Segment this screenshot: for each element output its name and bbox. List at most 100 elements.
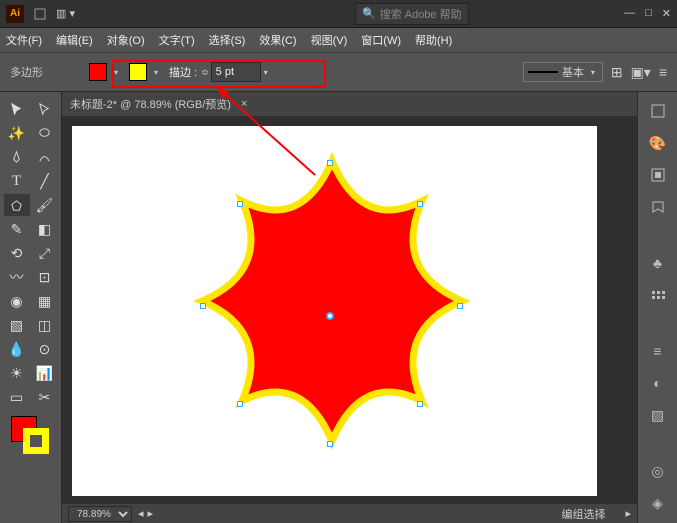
minimize-icon[interactable]: — <box>624 7 635 20</box>
magic-wand-tool[interactable]: ✨ <box>4 122 30 144</box>
scale-tool[interactable]: ⤢ <box>32 242 58 264</box>
eyedropper-tool[interactable]: 💧 <box>4 338 30 360</box>
color-panel-icon[interactable]: 🎨 <box>647 132 669 154</box>
menu-edit[interactable]: 编辑(E) <box>56 32 93 48</box>
selection-handle[interactable] <box>327 160 333 166</box>
chevron-down-icon[interactable]: ▾ <box>588 67 598 77</box>
swatches-panel-icon[interactable] <box>647 164 669 186</box>
artboard-tool[interactable]: ▭ <box>4 386 30 408</box>
shape-builder-tool[interactable]: ◉ <box>4 290 30 312</box>
stroke-label: 描边 : <box>169 64 197 80</box>
control-bar: 多边形 ▾ ▾ 描边 : ≎ ▾ 基本 ▾ ⊞ ▣▾ ≡ <box>0 52 677 92</box>
fill-stroke-indicator[interactable] <box>11 416 51 456</box>
layers-panel-icon[interactable]: ◈ <box>647 492 669 514</box>
align-icon[interactable]: ▣▾ <box>631 64 651 81</box>
app-logo: Ai <box>6 5 24 23</box>
mesh-tool[interactable]: ▧ <box>4 314 30 336</box>
slice-tool[interactable]: ✂ <box>32 386 58 408</box>
nav-right2-icon[interactable]: ▸ <box>625 507 631 520</box>
menubar: 文件(F) 编辑(E) 对象(O) 文字(T) 选择(S) 效果(C) 视图(V… <box>0 28 677 52</box>
gradient-panel-icon[interactable]: ◐ <box>647 372 669 394</box>
document-area: 未标题-2* @ 78.89% (RGB/预览) × 78.89% ◂ <box>62 92 637 523</box>
zoom-dropdown[interactable]: 78.89% <box>68 506 132 522</box>
selection-handle[interactable] <box>237 201 243 207</box>
stroke-preview <box>528 71 558 73</box>
selection-handle[interactable] <box>237 401 243 407</box>
canvas-viewport[interactable] <box>62 116 637 503</box>
line-tool[interactable]: ╱ <box>32 170 58 192</box>
titlebar: Ai ▥ ▾ 🔍 搜索 Adobe 帮助 — □ ✕ <box>0 0 677 28</box>
selection-info: 编组选择 <box>561 506 605 522</box>
main-area: ✨ T╱ 🖌 ✎◧ ⟲⤢ 〰⊡ ◉▦ ▧◫ 💧⊙ ☀📊 ▭✂ 未标题-2* @ … <box>0 92 677 523</box>
transparency-panel-icon[interactable]: ▨ <box>647 404 669 426</box>
toolbox: ✨ T╱ 🖌 ✎◧ ⟲⤢ 〰⊡ ◉▦ ▧◫ 💧⊙ ☀📊 ▭✂ <box>0 92 62 523</box>
stroke-style-dropdown[interactable]: 基本 ▾ <box>523 62 603 82</box>
menu-object[interactable]: 对象(O) <box>107 32 145 48</box>
selection-handle[interactable] <box>417 201 423 207</box>
maximize-icon[interactable]: □ <box>645 7 652 20</box>
libraries-panel-icon[interactable] <box>647 196 669 218</box>
symbols-panel-icon[interactable]: ♣ <box>647 252 669 274</box>
selection-handle[interactable] <box>327 441 333 447</box>
menu-effect[interactable]: 效果(C) <box>259 32 296 48</box>
menu-file[interactable]: 文件(F) <box>6 32 42 48</box>
selection-handle[interactable] <box>200 303 206 309</box>
brush-tool[interactable]: 🖌 <box>32 194 58 216</box>
graph-tool[interactable]: 📊 <box>32 362 58 384</box>
pen-tool[interactable] <box>4 146 30 168</box>
direct-selection-tool[interactable] <box>32 98 58 120</box>
menu-help[interactable]: 帮助(H) <box>415 32 452 48</box>
fill-swatch[interactable] <box>89 63 107 81</box>
polygon-shape[interactable] <box>162 141 502 481</box>
perspective-tool[interactable]: ▦ <box>32 290 58 312</box>
close-icon[interactable]: ✕ <box>662 7 671 20</box>
eraser-tool[interactable]: ◧ <box>32 218 58 240</box>
shape-label: 多边形 <box>10 64 43 80</box>
tab-close-icon[interactable]: × <box>241 98 247 110</box>
more-icon[interactable]: ≡ <box>659 64 667 80</box>
appearance-panel-icon[interactable]: ◎ <box>647 460 669 482</box>
center-handle[interactable] <box>326 312 334 320</box>
search-box[interactable]: 🔍 搜索 Adobe 帮助 <box>355 3 469 25</box>
curvature-tool[interactable] <box>32 146 58 168</box>
type-tool[interactable]: T <box>4 170 30 192</box>
lasso-tool[interactable] <box>32 122 58 144</box>
shaper-tool[interactable]: ✎ <box>4 218 30 240</box>
selection-handle[interactable] <box>457 303 463 309</box>
stepper-icon[interactable]: ≎ <box>201 67 209 78</box>
stroke-panel-icon[interactable]: ≡ <box>647 340 669 362</box>
chevron-down-icon[interactable]: ▾ <box>151 67 161 77</box>
search-icon: 🔍 <box>362 7 376 20</box>
stroke-swatch-group[interactable]: ▾ <box>125 61 165 83</box>
width-tool[interactable]: 〰 <box>4 266 30 288</box>
symbol-tool[interactable]: ☀ <box>4 362 30 384</box>
document-tab[interactable]: 未标题-2* @ 78.89% (RGB/预览) × <box>62 92 637 116</box>
menu-type[interactable]: 文字(T) <box>159 32 195 48</box>
rotate-tool[interactable]: ⟲ <box>4 242 30 264</box>
menu-window[interactable]: 窗口(W) <box>361 32 401 48</box>
stroke-color-box[interactable] <box>23 428 49 454</box>
properties-panel-icon[interactable] <box>647 100 669 122</box>
selection-handle[interactable] <box>417 401 423 407</box>
nav-left-icon[interactable]: ◂ <box>138 507 144 520</box>
menu-select[interactable]: 选择(S) <box>209 32 246 48</box>
style-label: 基本 <box>562 64 584 80</box>
bridge-icon[interactable] <box>34 8 46 20</box>
brushes-panel-icon[interactable] <box>647 284 669 306</box>
search-placeholder: 搜索 Adobe 帮助 <box>380 6 462 22</box>
artboard[interactable] <box>72 126 597 496</box>
stroke-width-input[interactable] <box>211 62 261 82</box>
chevron-down-icon[interactable]: ▾ <box>111 67 121 77</box>
opacity-icon[interactable]: ⊞ <box>611 64 623 81</box>
nav-right-icon[interactable]: ▸ <box>148 507 154 520</box>
fill-swatch-group[interactable]: ▾ <box>85 61 125 83</box>
polygon-tool[interactable] <box>4 194 30 216</box>
selection-tool[interactable] <box>4 98 30 120</box>
menu-view[interactable]: 视图(V) <box>311 32 348 48</box>
gradient-tool[interactable]: ◫ <box>32 314 58 336</box>
blend-tool[interactable]: ⊙ <box>32 338 58 360</box>
layout-dropdown[interactable]: ▥ ▾ <box>56 7 75 20</box>
chevron-down-icon[interactable]: ▾ <box>261 67 271 77</box>
stroke-swatch[interactable] <box>129 63 147 81</box>
free-transform-tool[interactable]: ⊡ <box>32 266 58 288</box>
